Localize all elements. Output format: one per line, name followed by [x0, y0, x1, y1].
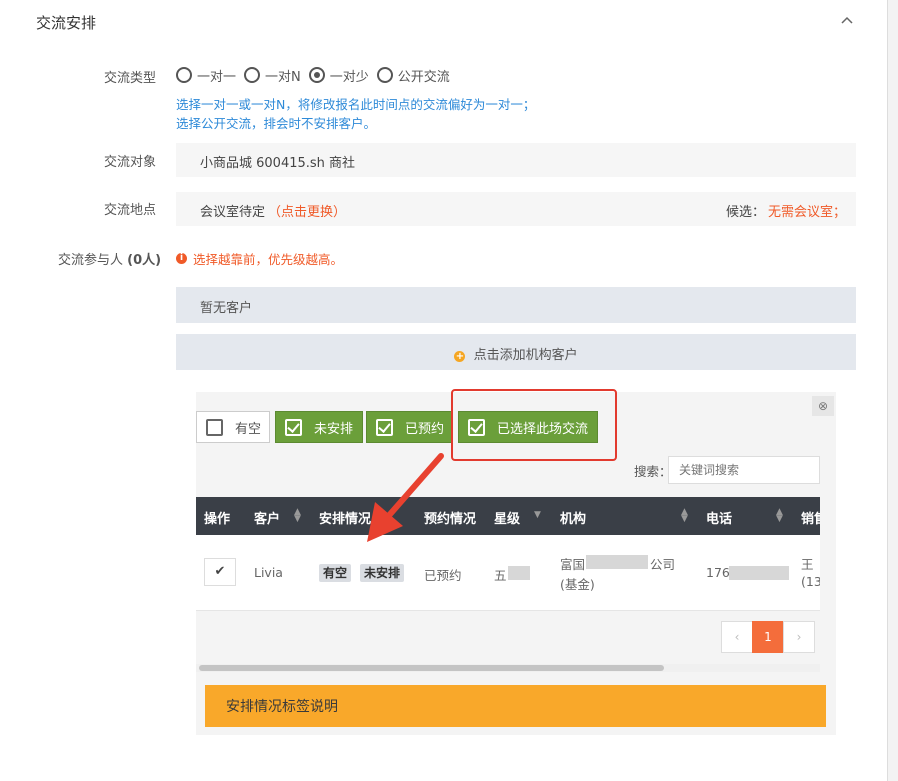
tag-legend-bar[interactable]: 安排情况标签说明: [205, 685, 826, 727]
next-page-button[interactable]: ›: [783, 621, 815, 653]
location-change-link[interactable]: （点击更换）: [268, 201, 346, 220]
checkbox-checked-icon: [285, 418, 302, 436]
search-input[interactable]: [668, 456, 820, 484]
search-label: 搜索：: [634, 464, 672, 479]
add-customer-button[interactable]: + 点击添加机构客户: [176, 334, 856, 370]
radio-circle-icon: [176, 67, 192, 83]
radio-label: 公开交流: [397, 69, 450, 85]
radio-label: 一对少: [329, 69, 369, 85]
customer-table: 操作 客户 ▲▼ 安排情况 预约情况 星级 ▼ 机构 ▲▼ 电话 ▲▼ 销售 ✔…: [196, 497, 820, 611]
checkbox-checked-icon: [376, 418, 393, 436]
cell-sales-line2: (13: [801, 574, 820, 589]
th-customer[interactable]: 客户: [254, 508, 280, 527]
cell-booking: 已预约: [424, 568, 462, 583]
tag-available: 有空: [319, 564, 352, 582]
page-1-button[interactable]: 1: [752, 621, 784, 653]
th-star[interactable]: 星级: [494, 508, 520, 527]
participants-label-group: 交流参与人 (0人): [58, 249, 161, 268]
tag-legend-label: 安排情况标签说明: [226, 699, 338, 715]
add-customer-label: 点击添加机构客户: [473, 348, 578, 363]
redaction-blur: [508, 566, 530, 580]
radio-circle-icon: [244, 67, 261, 83]
annotation-arrow-icon: [367, 453, 444, 542]
cell-phone: 176: [706, 565, 730, 580]
cell-star: 五: [494, 568, 507, 583]
candidate-label: 候选：: [726, 205, 766, 220]
radio-circle-icon: [376, 67, 393, 83]
sort-icon[interactable]: ▲ ▼: [294, 508, 301, 524]
radio-one-on-one[interactable]: 一对一: [176, 66, 236, 85]
th-institution[interactable]: 机构: [560, 508, 586, 527]
plus-circle-icon: +: [454, 351, 466, 362]
prev-page-button[interactable]: ‹: [721, 621, 753, 653]
checkbox-icon: [206, 418, 223, 436]
cell-sales-line1: 王: [801, 557, 814, 572]
radio-circle-selected-icon: [308, 67, 325, 83]
info-icon: i: [176, 253, 187, 264]
location-label: 交流地点: [103, 203, 156, 218]
filter-available[interactable]: 有空: [196, 411, 270, 443]
filter-label: 已预约: [405, 421, 445, 437]
table-header: 操作 客户 ▲▼ 安排情况 预约情况 星级 ▼ 机构 ▲▼ 电话 ▲▼ 销售: [196, 497, 820, 535]
hint-line-1: 选择一对一或一对N，将修改报名此时间点的交流偏好为一对一；: [176, 97, 536, 112]
collapse-chevron-icon[interactable]: [838, 12, 856, 32]
annotation-highlight-box: [451, 389, 617, 461]
table-row: ✔ Livia 有空 未安排 已预约 五 富国 公司 (基金) 176 王 (1…: [196, 535, 820, 611]
radio-one-to-n[interactable]: 一对N: [244, 66, 301, 85]
location-value: 会议室待定: [200, 205, 266, 220]
sort-icon[interactable]: ▲ ▼: [776, 508, 783, 524]
radio-public[interactable]: 公开交流: [376, 66, 450, 85]
sort-icon[interactable]: ▲ ▼: [681, 508, 688, 524]
close-icon[interactable]: ⊗: [812, 396, 834, 416]
cell-customer: Livia: [254, 565, 283, 580]
filter-booked[interactable]: 已预约: [366, 411, 452, 443]
priority-warning: i 选择越靠前，优先级越高。: [176, 249, 343, 268]
th-sales[interactable]: 销售: [801, 508, 820, 527]
radio-label: 一对N: [265, 69, 301, 85]
filter-label: 有空: [235, 421, 262, 437]
redaction-blur: [729, 566, 789, 580]
target-field: 小商品城 600415.sh 商社: [176, 143, 856, 177]
horizontal-scrollbar-thumb[interactable]: [199, 665, 664, 671]
th-action: 操作: [204, 512, 231, 527]
section-title: 交流安排: [36, 14, 97, 32]
hint-line-2: 选择公开交流，排会时不安排客户。: [176, 116, 377, 131]
type-radio-group: 一对一 一对N 一对少 公开交流: [176, 66, 458, 85]
cell-institution-tail: 公司: [650, 557, 676, 572]
participants-count: (0人): [127, 253, 162, 268]
warning-text: 选择越靠前，优先级越高。: [193, 252, 344, 267]
no-customer-box: 暂无客户: [176, 287, 856, 323]
filter-label: 未安排: [314, 421, 354, 437]
no-customer-text: 暂无客户: [200, 301, 253, 316]
th-phone[interactable]: 电话: [706, 508, 732, 527]
radio-label: 一对一: [197, 69, 237, 85]
candidate-value[interactable]: 无需会议室；: [768, 201, 846, 220]
cell-institution-line1: 富国: [560, 557, 586, 572]
radio-one-to-few[interactable]: 一对少: [308, 66, 369, 85]
right-scroll-strip: [888, 0, 898, 781]
sort-desc-icon[interactable]: ▼: [534, 511, 541, 520]
pagination: ‹ 1 ›: [721, 621, 815, 653]
target-label: 交流对象: [103, 155, 156, 170]
filter-unarranged[interactable]: 未安排: [275, 411, 363, 443]
select-check-button[interactable]: ✔: [204, 558, 236, 586]
target-value: 小商品城 600415.sh 商社: [200, 156, 356, 171]
type-label: 交流类型: [103, 71, 156, 86]
participants-label: 交流参与人: [58, 253, 124, 268]
location-field: 会议室待定 （点击更换） 候选： 无需会议室；: [176, 192, 856, 226]
tag-unarranged: 未安排: [360, 564, 405, 582]
cell-institution-line2: (基金): [560, 577, 595, 592]
redaction-blur: [586, 555, 648, 569]
